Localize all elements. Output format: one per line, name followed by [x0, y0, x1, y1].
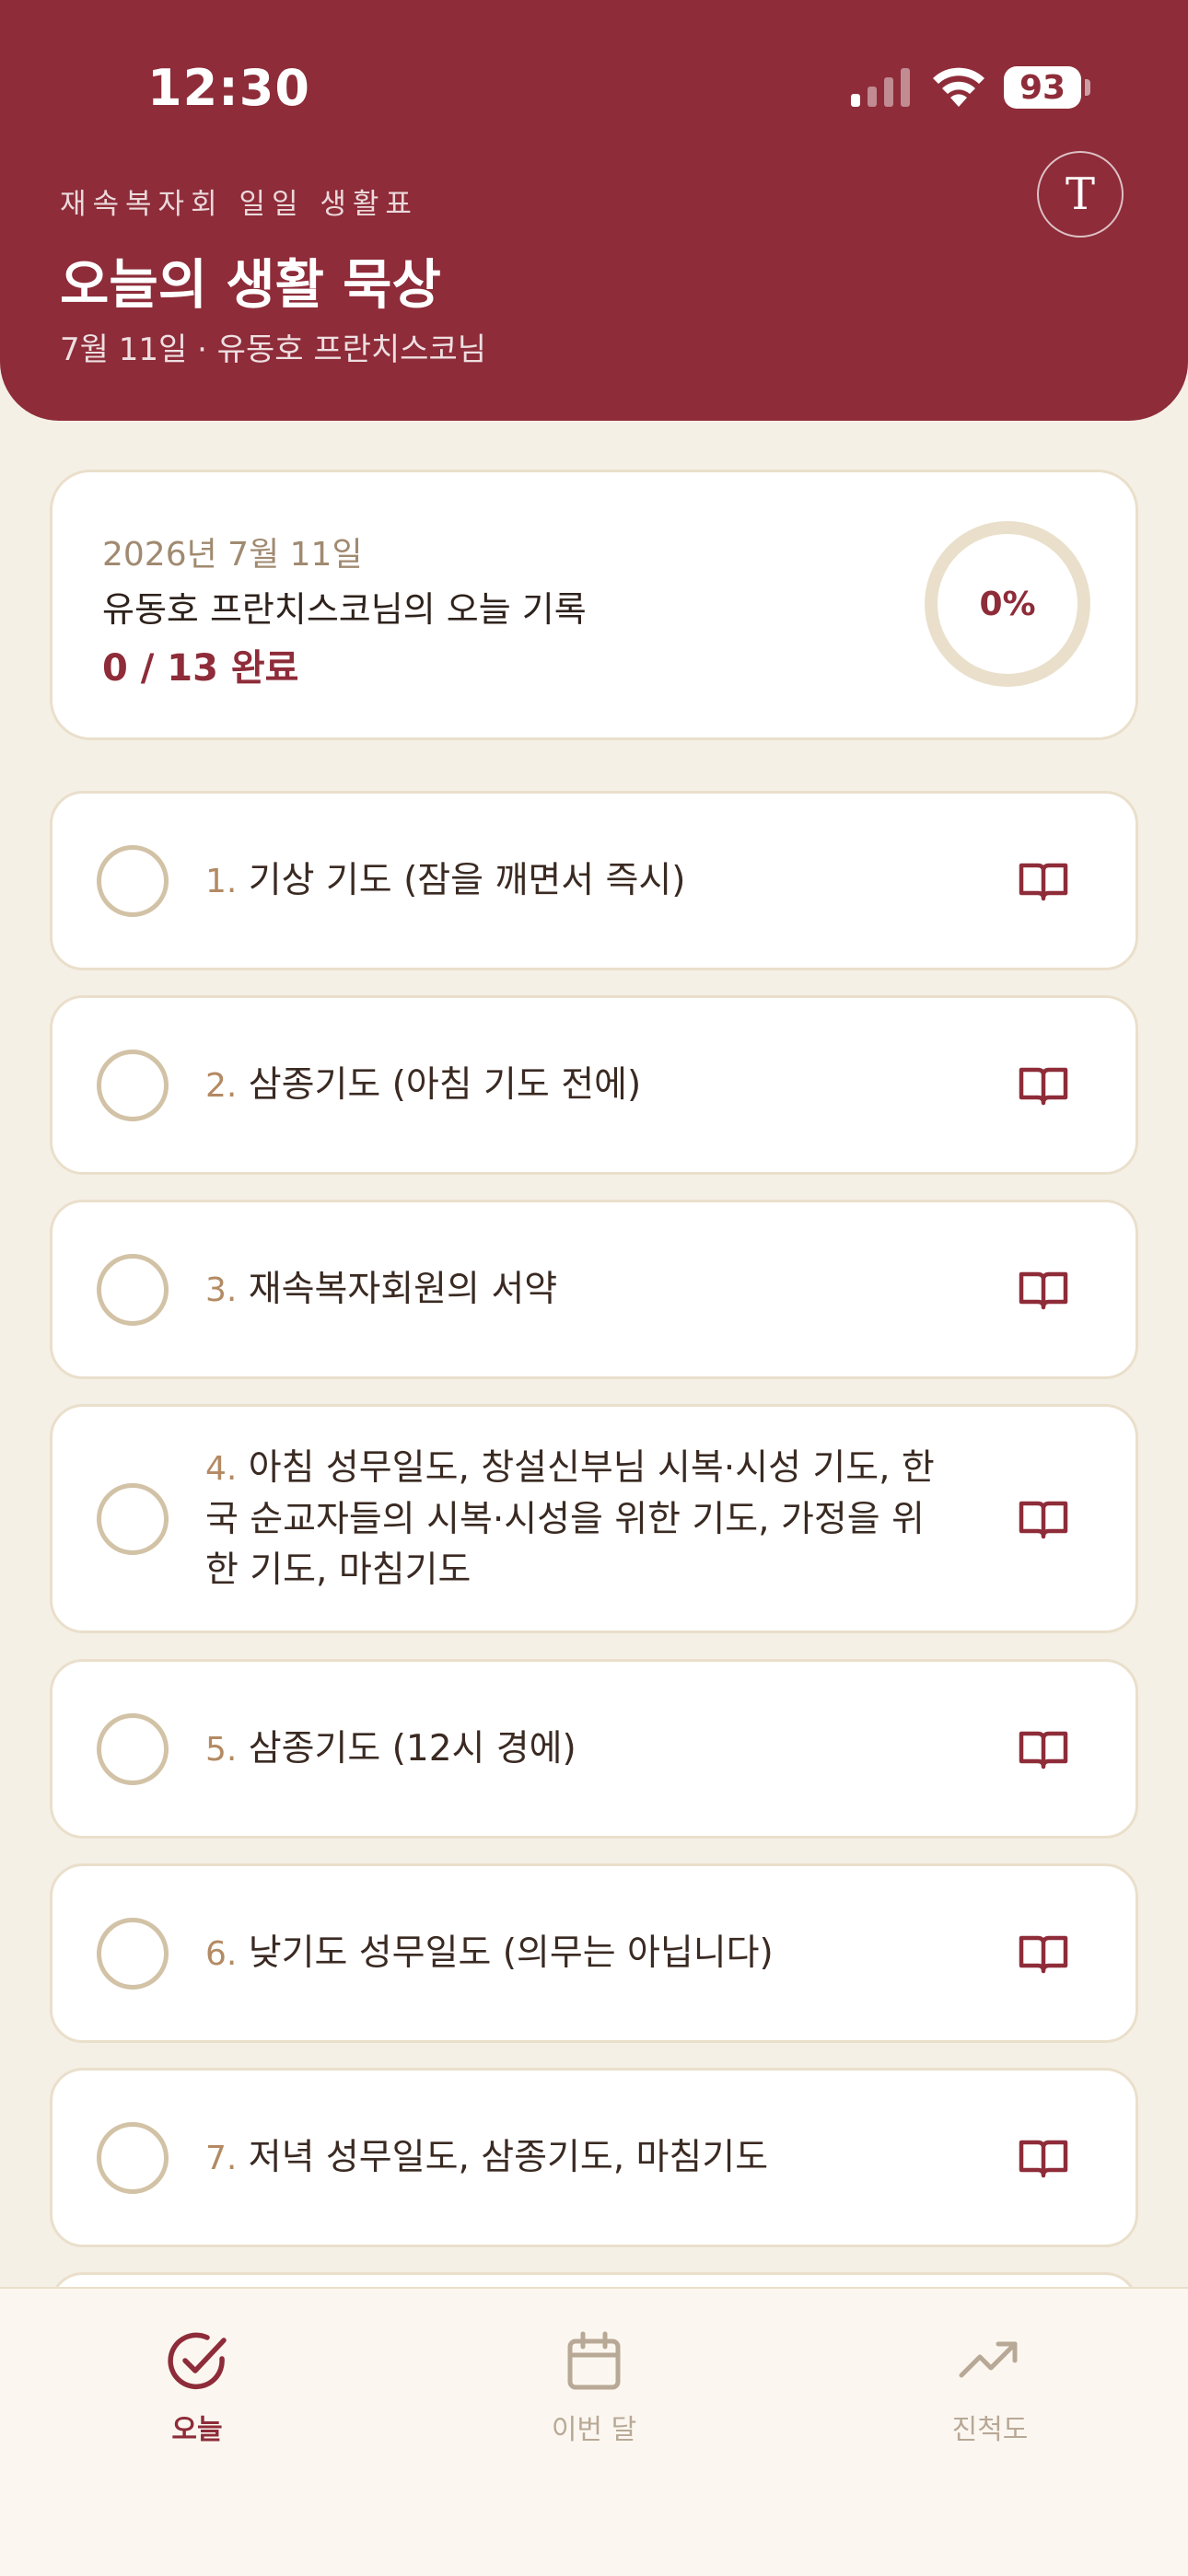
book-icon[interactable]: [1018, 1498, 1069, 1540]
completion-count: 0 / 13 완료: [102, 647, 299, 690]
nav-tab-today[interactable]: 오늘: [96, 2329, 298, 2447]
summary-date: 2026년 7월 11일: [102, 536, 363, 574]
check-circle-icon: [168, 2332, 227, 2390]
task-number: 5.: [205, 1730, 238, 1769]
task-number: 4.: [205, 1449, 238, 1488]
task-checkbox[interactable]: [97, 1253, 169, 1326]
book-icon[interactable]: [1018, 1932, 1069, 1975]
task-label: 3. 재속복자회원의 서약: [205, 1264, 951, 1316]
page-title: 오늘의 생활 묵상: [60, 253, 441, 316]
book-icon[interactable]: [1018, 2137, 1069, 2179]
task-text: 삼종기도 (아침 기도 전에): [248, 1063, 642, 1106]
book-icon[interactable]: [1018, 860, 1069, 902]
wifi-icon: [933, 67, 984, 107]
nav-label: 오늘: [171, 2414, 223, 2446]
text-size-button[interactable]: T: [1037, 151, 1124, 238]
task-item[interactable]: 6. 낮기도 성무일도 (의무는 아닙니다): [50, 1863, 1138, 2043]
book-icon[interactable]: [1018, 1269, 1069, 1311]
book-icon[interactable]: [1018, 1064, 1069, 1107]
nav-label: 이번 달: [551, 2414, 637, 2446]
progress-percent: 0%: [979, 585, 1036, 623]
task-checkbox[interactable]: [97, 844, 169, 917]
summary-name-line: 유동호 프란치스코님의 오늘 기록: [102, 589, 587, 630]
bottom-nav: 오늘 이번 달 진척도: [0, 2287, 1188, 2576]
header-subtitle: 재속복자회 일일 생활표: [60, 188, 418, 221]
header-date-line: 7월 11일 · 유동호 프란치스코님: [60, 331, 487, 368]
task-checkbox[interactable]: [97, 1049, 169, 1121]
task-label: 6. 낮기도 성무일도 (의무는 아닙니다): [205, 1928, 951, 1979]
task-item[interactable]: 5. 삼종기도 (12시 경에): [50, 1659, 1138, 1839]
daily-summary-card: 2026년 7월 11일 유동호 프란치스코님의 오늘 기록 0 / 13 완료…: [50, 470, 1138, 740]
task-text: 삼종기도 (12시 경에): [248, 1727, 577, 1770]
book-icon[interactable]: [1018, 1728, 1069, 1770]
task-number: 3.: [205, 1271, 238, 1309]
task-label: 7. 저녁 성무일도, 삼종기도, 마침기도: [205, 2132, 951, 2184]
task-label: 4. 아침 성무일도, 창설신부님 시복·시성 기도, 한국 순교자들의 시복·…: [205, 1443, 951, 1595]
task-text: 저녁 성무일도, 삼종기도, 마침기도: [248, 2136, 769, 2178]
nav-tab-month[interactable]: 이번 달: [493, 2329, 695, 2447]
task-number: 6.: [205, 1934, 238, 1973]
battery-indicator: 93: [1004, 66, 1081, 109]
task-label: 5. 삼종기도 (12시 경에): [205, 1723, 951, 1775]
signal-icon: [851, 68, 910, 107]
task-number: 1.: [205, 862, 238, 900]
status-time: 12:30: [147, 59, 310, 117]
task-number: 2.: [205, 1066, 238, 1105]
task-item[interactable]: 2. 삼종기도 (아침 기도 전에): [50, 995, 1138, 1175]
task-label: 2. 삼종기도 (아침 기도 전에): [205, 1060, 951, 1111]
calendar-icon: [567, 2331, 621, 2390]
nav-tab-progress[interactable]: 진척도: [889, 2329, 1091, 2447]
trending-up-icon: [959, 2341, 1018, 2378]
task-checkbox[interactable]: [97, 2121, 169, 2194]
task-item[interactable]: 1. 기상 기도 (잠을 깨면서 즉시): [50, 791, 1138, 970]
battery-nub: [1085, 79, 1090, 96]
nav-label: 진척도: [951, 2414, 1029, 2446]
task-item[interactable]: 4. 아침 성무일도, 창설신부님 시복·시성 기도, 한국 순교자들의 시복·…: [50, 1404, 1138, 1633]
task-checkbox[interactable]: [97, 1917, 169, 1990]
task-checkbox[interactable]: [97, 1712, 169, 1785]
task-label: 1. 기상 기도 (잠을 깨면서 즉시): [205, 855, 951, 907]
task-text: 재속복자회원의 서약: [248, 1268, 558, 1310]
task-number: 7.: [205, 2139, 238, 2177]
app-header: 12:30 93 재속복자회 일일 생활표 오늘의 생활 묵상 7월 11일 ·…: [0, 0, 1188, 421]
task-checkbox[interactable]: [97, 1482, 169, 1555]
task-text: 낮기도 성무일도 (의무는 아닙니다): [248, 1932, 774, 1974]
task-item[interactable]: 3. 재속복자회원의 서약: [50, 1200, 1138, 1379]
task-item[interactable]: 7. 저녁 성무일도, 삼종기도, 마침기도: [50, 2068, 1138, 2247]
task-text: 기상 기도 (잠을 깨면서 즉시): [248, 859, 686, 901]
task-text: 아침 성무일도, 창설신부님 시복·시성 기도, 한국 순교자들의 시복·시성을…: [205, 1446, 935, 1591]
